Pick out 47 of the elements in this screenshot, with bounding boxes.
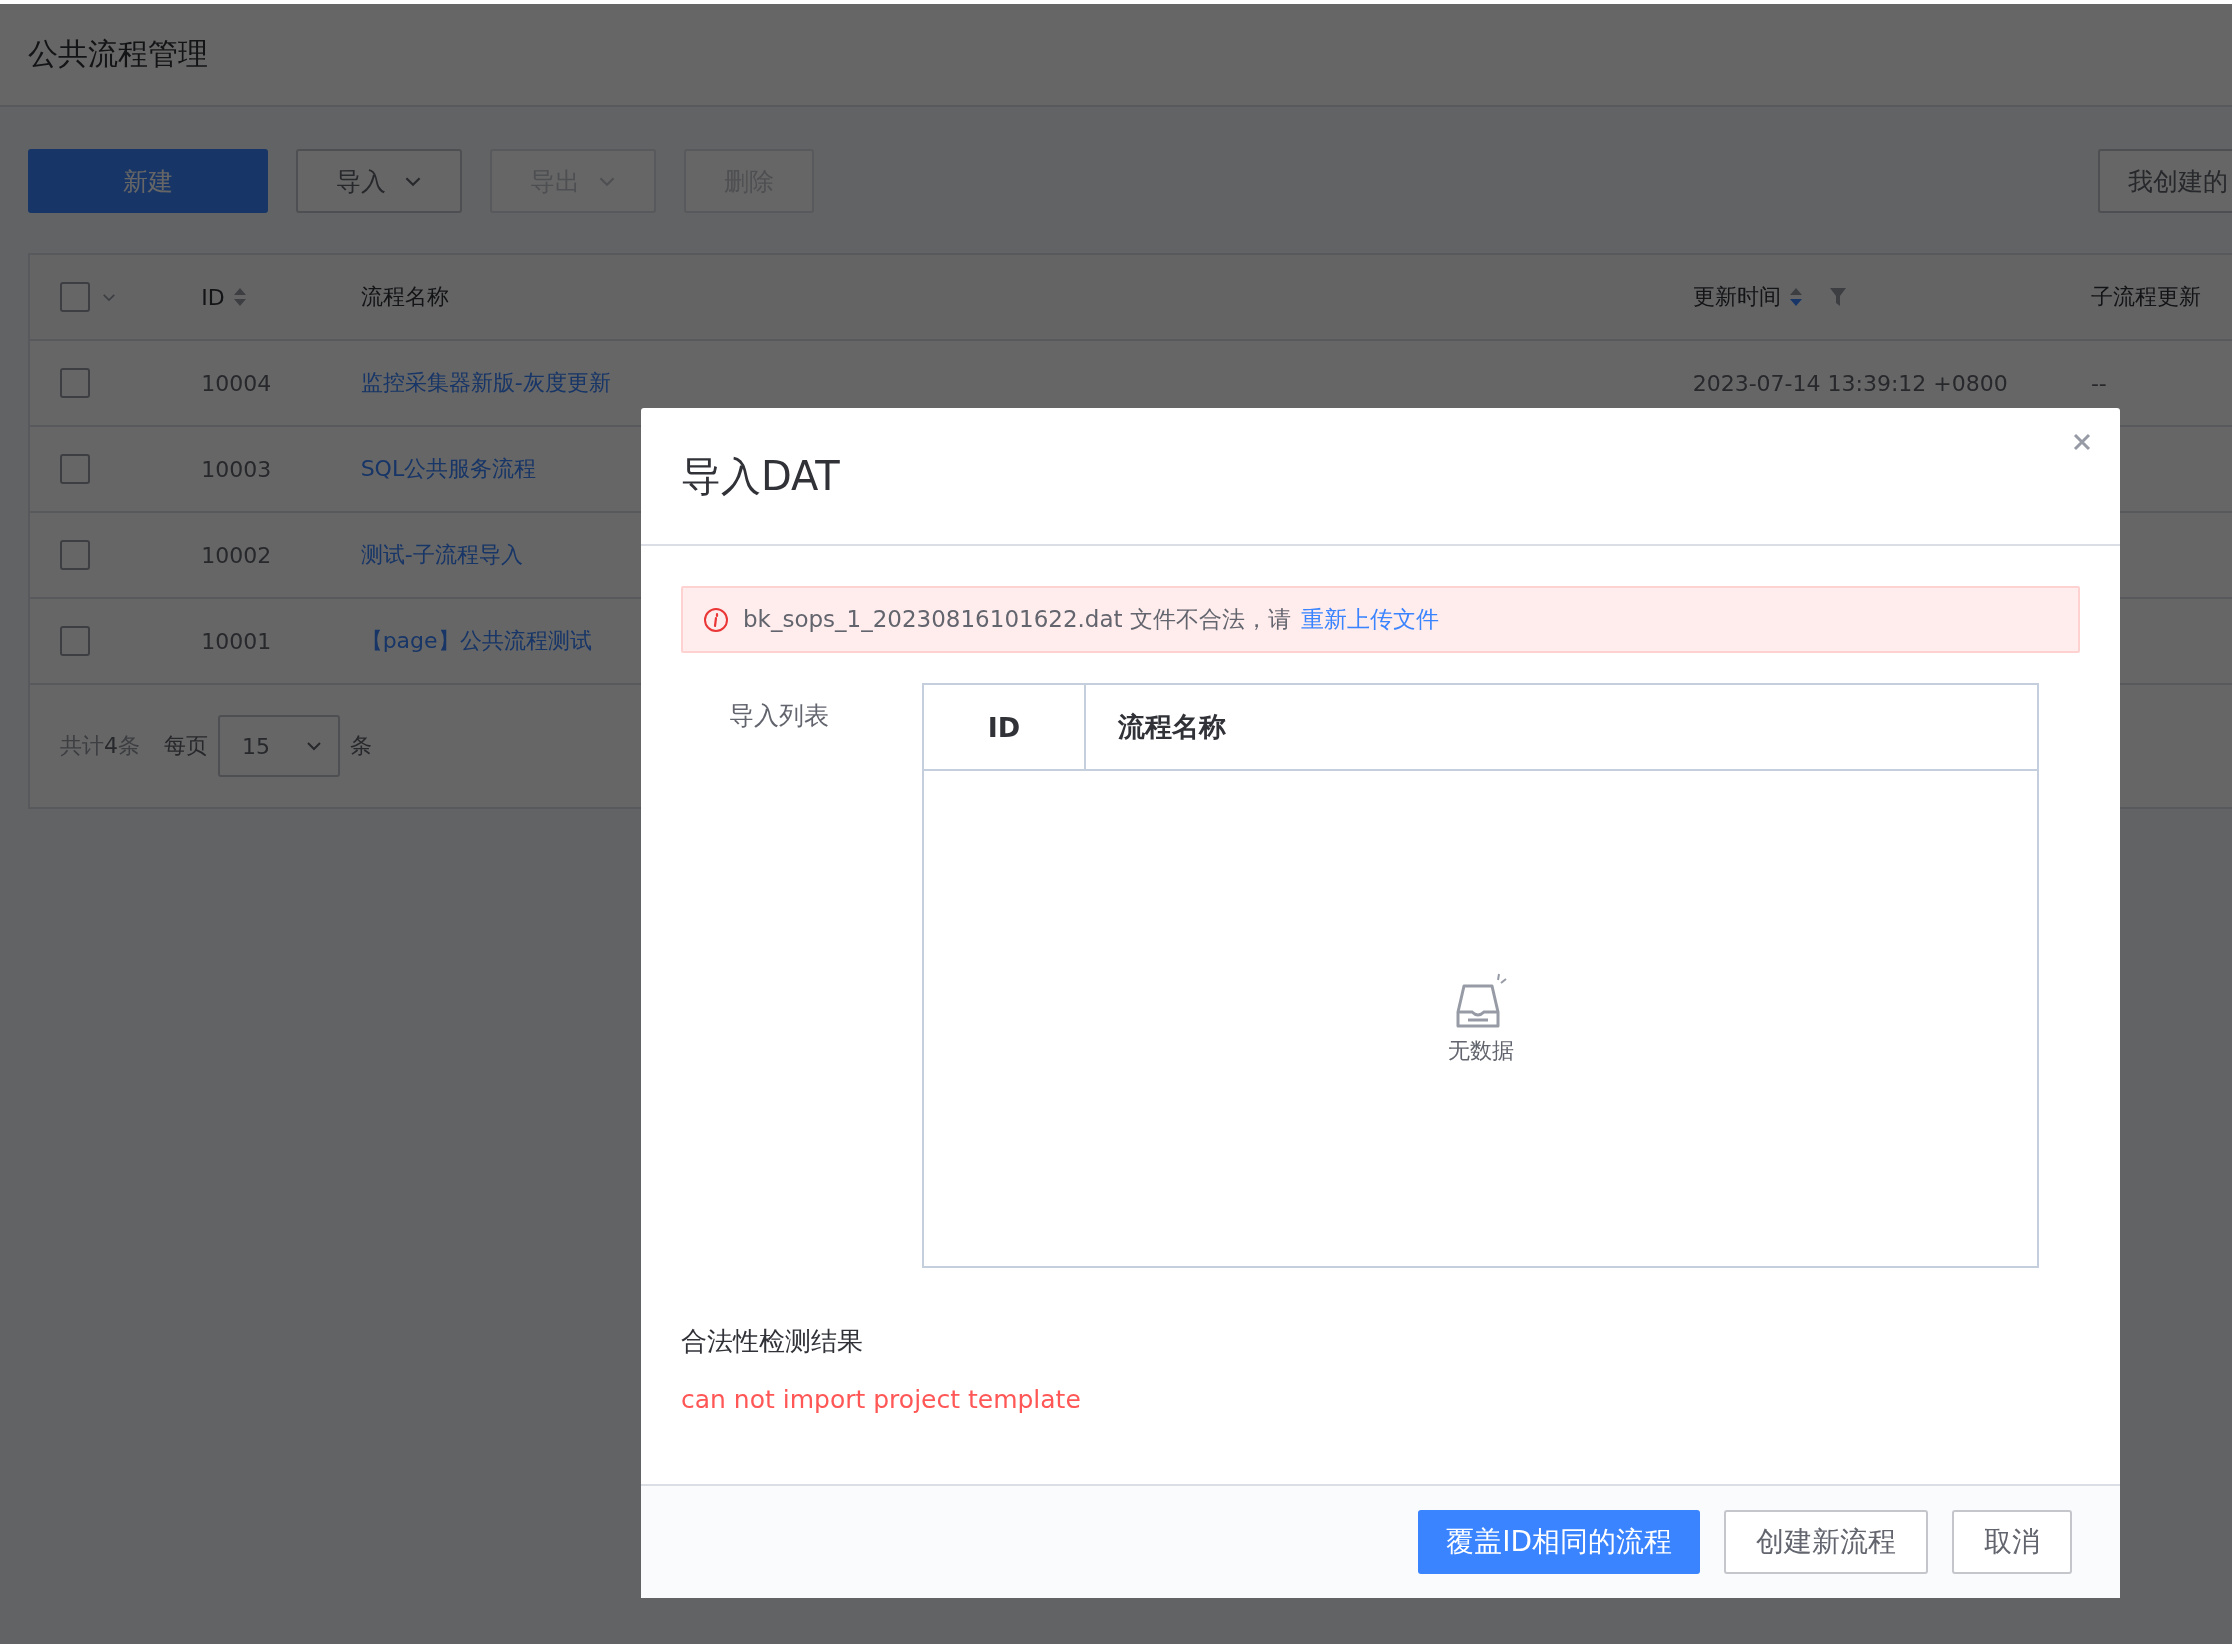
row-checkbox[interactable] — [60, 540, 90, 570]
column-header[interactable]: ID — [201, 284, 225, 310]
process-name-link[interactable]: 监控采集器新版-灰度更新 — [360, 370, 611, 395]
table-cell: 10001 — [201, 628, 272, 654]
info-icon — [703, 606, 729, 633]
toolbar-button[interactable]: 导入 — [296, 149, 462, 213]
page-size-select[interactable]: 15 — [218, 715, 340, 777]
process-name-link[interactable]: 测试-子流程导入 — [360, 542, 523, 567]
sort-icon[interactable] — [232, 286, 247, 308]
row-checkbox[interactable] — [60, 368, 90, 398]
process-name-link[interactable]: SQL公共服务流程 — [360, 456, 537, 481]
close-icon[interactable] — [2072, 432, 2092, 452]
table-cell: 10002 — [201, 542, 272, 568]
process-name-link[interactable]: 【page】公共流程测试 — [360, 628, 592, 653]
table-cell: 2023-07-14 13:39:12 +0800 — [1692, 370, 2008, 396]
page-title: 公共流程管理 — [28, 35, 208, 73]
empty-text: 无数据 — [1447, 1036, 1514, 1065]
filter-button[interactable]: 我创建的 — [2098, 149, 2232, 213]
table-cell: 10004 — [201, 370, 272, 396]
column-header[interactable]: 更新时间 — [1692, 282, 1781, 312]
row-checkbox[interactable] — [60, 626, 90, 656]
alert-message: bk_sops_1_20230816101622.dat 文件不合法，请 — [743, 605, 1291, 634]
dialog-button[interactable]: 创建新流程 — [1724, 1510, 1928, 1574]
caret-icon — [404, 175, 422, 187]
unit-label: 条 — [350, 732, 372, 760]
sort-icon[interactable] — [1788, 286, 1803, 308]
dialog-title: 导入DAT — [681, 451, 840, 501]
filter-icon[interactable] — [1828, 287, 1847, 307]
caret-icon — [102, 292, 116, 302]
caret-icon — [598, 175, 616, 187]
check-result-title: 合法性检测结果 — [681, 1325, 864, 1358]
column-header: ID — [987, 711, 1021, 743]
select-all-checkbox[interactable] — [60, 282, 90, 312]
import-list-label: 导入列表 — [728, 700, 830, 732]
dialog-button[interactable]: 取消 — [1952, 1510, 2072, 1574]
table-cell: -- — [2090, 370, 2107, 396]
check-result-message: can not import project template — [681, 1385, 1082, 1414]
reupload-link[interactable]: 重新上传文件 — [1300, 604, 1439, 635]
column-header[interactable]: 子流程更新 — [2090, 282, 2201, 312]
toolbar-button[interactable]: 新建 — [28, 149, 268, 213]
row-checkbox[interactable] — [60, 454, 90, 484]
column-header: 流程名称 — [1118, 710, 1226, 744]
per-page-label: 每页 — [164, 732, 208, 760]
table-cell: 10003 — [201, 456, 272, 482]
caret-icon — [306, 741, 322, 751]
column-header[interactable]: 流程名称 — [360, 282, 449, 312]
dialog-button[interactable]: 覆盖ID相同的流程 — [1418, 1510, 1700, 1574]
